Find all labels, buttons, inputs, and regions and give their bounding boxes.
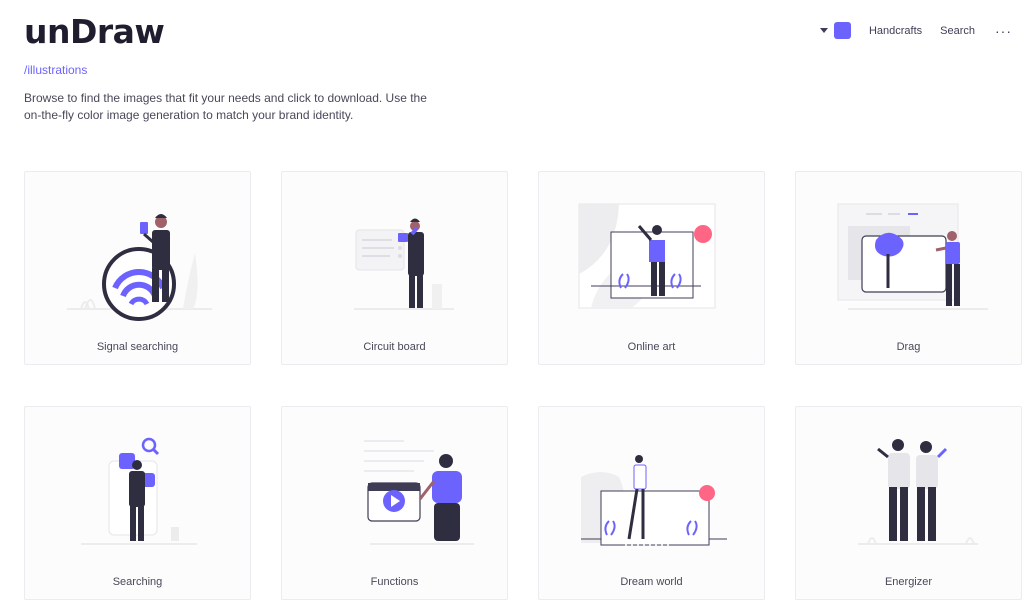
illustrations-link[interactable]: /illustrations [24, 63, 87, 77]
energizer-illustration [858, 439, 978, 545]
color-picker[interactable] [819, 22, 851, 39]
intro-text: Browse to find the images that fit your … [24, 91, 427, 122]
illustration-card-drag[interactable]: Drag [795, 171, 1022, 365]
illustration-label: Searching [112, 576, 163, 588]
logo[interactable]: unDraw [24, 12, 165, 51]
top-nav: Handcrafts Search ··· [819, 22, 1012, 39]
illustration-card-online-art[interactable]: Online art [538, 171, 765, 365]
circuit-board-illustration [354, 218, 454, 310]
nav-link-handcrafts[interactable]: Handcrafts [869, 25, 922, 37]
illustration-label: Circuit board [363, 341, 426, 353]
header: unDraw Handcrafts Search ··· [24, 12, 1012, 52]
signal-searching-illustration [67, 214, 212, 321]
drag-illustration [837, 203, 988, 310]
dream-world-illustration [581, 455, 727, 546]
functions-illustration [364, 440, 474, 545]
illustration-card-dream-world[interactable]: Dream world [538, 406, 765, 600]
illustration-card-functions[interactable]: Functions [281, 406, 508, 600]
illustration-card-signal-searching[interactable]: Signal searching [24, 171, 251, 365]
illustration-card-energizer[interactable]: Energizer [795, 406, 1022, 600]
more-menu-icon[interactable]: ··· [995, 24, 1012, 38]
illustration-label: Online art [627, 341, 676, 353]
nav-link-search[interactable]: Search [940, 25, 975, 37]
searching-illustration [81, 437, 197, 545]
illustration-label: Drag [896, 341, 921, 353]
illustration-label: Energizer [884, 576, 933, 588]
illustration-card-circuit-board[interactable]: Circuit board [281, 171, 508, 365]
illustration-grid: Signal searching Circuit board Online ar… [24, 171, 1022, 600]
illustration-label: Functions [370, 576, 419, 588]
illustration-label: Signal searching [96, 341, 179, 353]
caret-down-icon [819, 28, 828, 33]
illustration-label: Dream world [620, 576, 683, 588]
online-art-illustration [578, 203, 716, 309]
page: unDraw Handcrafts Search ··· /illustrati… [0, 0, 1024, 614]
color-swatch[interactable] [833, 22, 851, 39]
illustration-card-searching[interactable]: Searching [24, 406, 251, 600]
